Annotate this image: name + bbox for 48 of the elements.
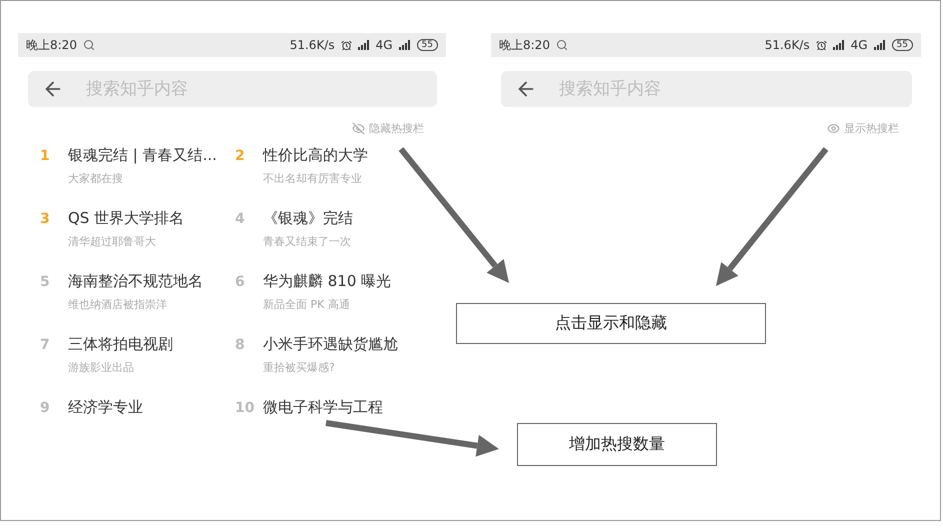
signal-icon — [874, 40, 886, 50]
eye-off-icon — [352, 122, 365, 135]
eye-icon — [827, 122, 840, 135]
network-speed: 51.6K/s — [764, 38, 810, 52]
rank-number: 9 — [40, 399, 51, 418]
rank-number: 3 — [40, 210, 51, 229]
hot-search-subtitle: 维也纳酒店被指崇洋 — [68, 297, 168, 312]
signal-icon — [398, 40, 411, 50]
callout-label: 点击显示和隐藏 — [456, 303, 766, 344]
status-time: 晚上8:20 — [26, 36, 77, 54]
hot-search-title[interactable]: 经济学专业 — [68, 398, 143, 417]
rank-number: 10 — [235, 399, 253, 418]
alarm-icon — [816, 40, 827, 50]
status-time: 晚上8:20 — [499, 36, 550, 54]
callout-label: 增加热搜数量 — [517, 423, 717, 466]
rank-number: 4 — [235, 210, 246, 229]
signal-icon — [358, 40, 370, 50]
rank-number: 8 — [235, 336, 246, 355]
rank-number: 2 — [235, 147, 246, 166]
hot-search-title[interactable]: 小米手环遇缺货尴尬 — [263, 335, 398, 354]
search-icon — [82, 39, 95, 51]
hot-search-title[interactable]: 华为麒麟 810 曝光 — [263, 272, 392, 291]
hot-search-title[interactable]: 《银魂》完结 — [263, 209, 353, 228]
hot-search-title[interactable]: 微电子科学与工程 — [263, 398, 383, 417]
rank-number: 1 — [40, 147, 51, 166]
network-type: 4G — [850, 38, 868, 52]
hot-search-subtitle: 游族影业出品 — [68, 360, 135, 375]
hot-search-subtitle: 新品全面 PK 高通 — [263, 297, 351, 312]
hot-search-subtitle: 清华超过耶鲁哥大 — [68, 234, 157, 249]
search-icon — [556, 39, 568, 51]
hot-search-subtitle: 青春又结束了一次 — [263, 234, 352, 249]
hot-search-subtitle: 大家都在搜 — [68, 171, 124, 186]
battery-level: 55 — [416, 39, 438, 51]
hot-search-title[interactable]: 海南整治不规范地名 — [68, 272, 203, 291]
hot-search-title[interactable]: 三体将拍电视剧 — [68, 335, 173, 354]
hot-search-subtitle: 重拾被买爆感? — [263, 360, 336, 375]
rank-number: 7 — [40, 336, 51, 355]
network-type: 4G — [376, 38, 393, 52]
network-speed: 51.6K/s — [290, 38, 335, 52]
hot-search-subtitle: 不出名却有厉害专业 — [263, 171, 363, 186]
rank-number: 6 — [235, 273, 246, 292]
alarm-icon — [340, 40, 352, 50]
hot-search-title[interactable]: QS 世界大学排名 — [68, 209, 184, 228]
hot-search-title[interactable]: 性价比高的大学 — [263, 146, 368, 165]
battery-level: 55 — [892, 39, 913, 51]
hot-search-title[interactable]: 银魂完结 | 青春又结... — [68, 146, 217, 165]
signal-icon — [832, 40, 845, 50]
rank-number: 5 — [40, 273, 51, 292]
